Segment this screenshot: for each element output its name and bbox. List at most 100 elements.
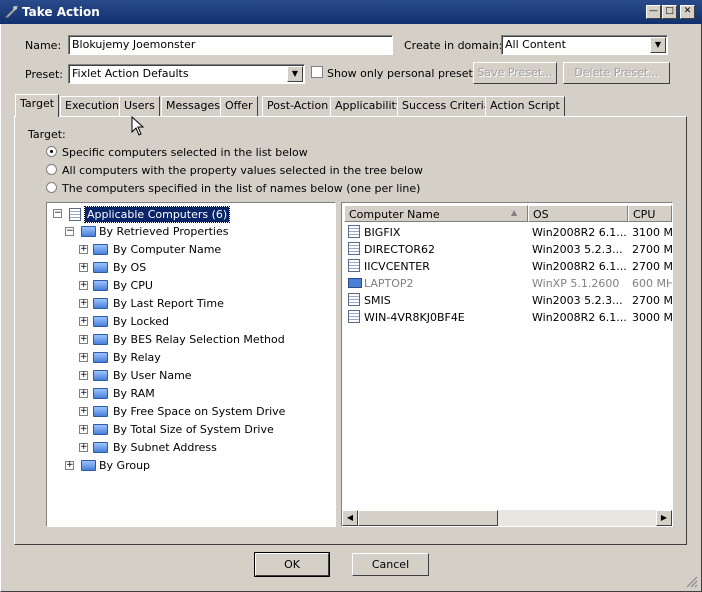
save-preset-button[interactable]: Save Preset... bbox=[473, 62, 557, 84]
folder-icon bbox=[93, 388, 108, 399]
computer-name-cell: LAPTOP2 bbox=[364, 277, 414, 290]
tree-group-label: By Group bbox=[99, 459, 151, 472]
folder-icon bbox=[81, 460, 96, 471]
collapse-icon[interactable]: − bbox=[65, 227, 74, 236]
name-input[interactable]: Blokujemy Joemonster bbox=[68, 35, 393, 55]
delete-preset-button[interactable]: Delete Preset... bbox=[563, 62, 670, 84]
preset-dropdown-arrow-icon[interactable]: ▼ bbox=[287, 66, 303, 82]
expand-icon[interactable]: + bbox=[79, 371, 88, 380]
expand-icon[interactable]: + bbox=[79, 425, 88, 434]
radio-computer-names[interactable] bbox=[46, 182, 57, 193]
expand-icon[interactable]: + bbox=[79, 317, 88, 326]
folder-icon bbox=[81, 226, 96, 237]
window-title: Take Action bbox=[22, 5, 100, 19]
maximize-button[interactable]: □ bbox=[662, 5, 677, 19]
tab-offer[interactable]: Offer bbox=[220, 96, 258, 116]
expand-icon[interactable]: + bbox=[79, 443, 88, 452]
take-action-icon bbox=[4, 4, 18, 18]
computer-name-cell: WIN-4VR8KJ0BF4E bbox=[364, 311, 465, 324]
computer-name-cell: DIRECTOR62 bbox=[364, 243, 436, 256]
resize-grip-icon[interactable] bbox=[686, 576, 698, 588]
radio-property-values[interactable] bbox=[46, 164, 57, 175]
domain-dropdown-arrow-icon[interactable]: ▼ bbox=[650, 37, 666, 53]
tab-target[interactable]: Target bbox=[15, 94, 60, 117]
expand-icon[interactable]: + bbox=[79, 335, 88, 344]
tree-item-label: By Relay bbox=[113, 351, 161, 364]
expand-icon[interactable]: + bbox=[65, 461, 74, 470]
cancel-button[interactable]: Cancel bbox=[352, 553, 429, 576]
tab-success-criteria[interactable]: Success Criteria bbox=[397, 96, 496, 116]
tree-item-label: By Locked bbox=[113, 315, 169, 328]
ok-button[interactable]: OK bbox=[254, 552, 330, 577]
table-row[interactable]: IICVCENTER Win2008R2 6.1... 2700 MHz bbox=[342, 258, 672, 275]
cpu-cell: 3100 MHz bbox=[632, 226, 672, 239]
table-row[interactable]: LAPTOP2 WinXP 5.1.2600 600 MHz bbox=[342, 275, 672, 292]
preset-label: Preset: bbox=[25, 68, 64, 81]
folder-icon bbox=[93, 262, 108, 273]
expand-icon[interactable]: + bbox=[79, 407, 88, 416]
column-header-computer-name[interactable]: Computer Name ▲ bbox=[344, 205, 528, 222]
tree-item-label: By CPU bbox=[113, 279, 153, 292]
collapse-icon[interactable]: − bbox=[53, 209, 62, 218]
column-header-cpu[interactable]: CPU bbox=[628, 205, 672, 222]
tree-group-label: By Retrieved Properties bbox=[99, 225, 229, 238]
table-row[interactable]: BIGFIX Win2008R2 6.1... 3100 MHz bbox=[342, 224, 672, 241]
tree-item-label: By RAM bbox=[113, 387, 155, 400]
computer-list[interactable]: Computer Name ▲ OS CPU BIGFIX Win2008R2 6… bbox=[341, 202, 673, 527]
horizontal-scrollbar[interactable]: ◀ ▶ bbox=[342, 510, 672, 526]
column-header-os[interactable]: OS bbox=[528, 205, 628, 222]
os-cell: Win2008R2 6.1... bbox=[532, 311, 626, 324]
scroll-right-icon[interactable]: ▶ bbox=[656, 510, 672, 526]
tree-item-label: By User Name bbox=[113, 369, 192, 382]
server-icon bbox=[348, 293, 360, 306]
scroll-left-icon[interactable]: ◀ bbox=[342, 510, 358, 526]
folder-icon bbox=[93, 352, 108, 363]
computer-name-cell: IICVCENTER bbox=[364, 260, 430, 273]
table-row[interactable]: WIN-4VR8KJ0BF4E Win2008R2 6.1... 3000 MHz bbox=[342, 309, 672, 326]
domain-select-value: All Content bbox=[505, 38, 566, 51]
os-cell: WinXP 5.1.2600 bbox=[532, 277, 620, 290]
domain-select[interactable]: All Content bbox=[501, 35, 668, 55]
radio-specific-computers[interactable] bbox=[46, 146, 57, 157]
expand-icon[interactable]: + bbox=[79, 281, 88, 290]
personal-presets-checkbox[interactable] bbox=[311, 66, 323, 78]
tree-item-label: By Subnet Address bbox=[113, 441, 217, 454]
tree-item-label: By Last Report Time bbox=[113, 297, 224, 310]
computer-name-cell: SMIS bbox=[364, 294, 391, 307]
table-row[interactable]: SMIS Win2003 5.2.3... 2700 MHz bbox=[342, 292, 672, 309]
minimize-button[interactable]: — bbox=[646, 5, 661, 19]
expand-icon[interactable]: + bbox=[79, 263, 88, 272]
tab-post-action[interactable]: Post-Action bbox=[262, 96, 334, 116]
tab-messages[interactable]: Messages bbox=[161, 96, 225, 116]
cpu-cell: 2700 MHz bbox=[632, 294, 672, 307]
folder-icon bbox=[93, 442, 108, 453]
scrollbar-thumb[interactable] bbox=[358, 510, 498, 526]
tree-item-label: By Free Space on System Drive bbox=[113, 405, 286, 418]
tab-action-script[interactable]: Action Script bbox=[485, 96, 565, 116]
tree-root-label: Applicable Computers (6) bbox=[83, 206, 231, 223]
os-cell: Win2003 5.2.3... bbox=[532, 243, 623, 256]
property-tree[interactable]: − Applicable Computers (6) − By Retrieve… bbox=[46, 202, 336, 527]
sort-ascending-icon: ▲ bbox=[511, 208, 518, 217]
expand-icon[interactable]: + bbox=[79, 353, 88, 362]
table-row[interactable]: DIRECTOR62 Win2003 5.2.3... 2700 MHz bbox=[342, 241, 672, 258]
cpu-cell: 3000 MHz bbox=[632, 311, 672, 324]
tab-applicability[interactable]: Applicability bbox=[330, 96, 408, 116]
computer-name-cell: BIGFIX bbox=[364, 226, 401, 239]
tab-execution[interactable]: Execution bbox=[60, 96, 124, 116]
mouse-cursor-icon bbox=[131, 116, 145, 136]
tab-users[interactable]: Users bbox=[119, 96, 160, 116]
expand-icon[interactable]: + bbox=[79, 299, 88, 308]
preset-select-value: Fixlet Action Defaults bbox=[72, 67, 189, 80]
folder-icon bbox=[93, 316, 108, 327]
os-cell: Win2008R2 6.1... bbox=[532, 260, 626, 273]
server-icon bbox=[348, 310, 360, 323]
expand-icon[interactable]: + bbox=[79, 389, 88, 398]
server-icon bbox=[348, 225, 360, 238]
expand-icon[interactable]: + bbox=[79, 245, 88, 254]
close-button[interactable]: ✕ bbox=[680, 5, 695, 19]
os-cell: Win2003 5.2.3... bbox=[532, 294, 623, 307]
tree-item-label: By BES Relay Selection Method bbox=[113, 333, 285, 346]
name-label: Name: bbox=[25, 39, 62, 52]
preset-select[interactable]: Fixlet Action Defaults bbox=[68, 64, 305, 84]
